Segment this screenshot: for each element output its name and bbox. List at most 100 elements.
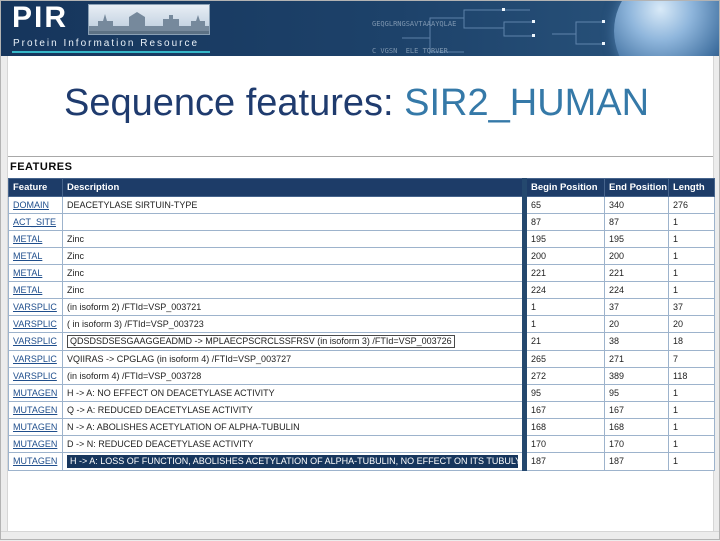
feature-cell: VARSPLIC [9, 316, 63, 333]
section-divider-line [8, 156, 713, 157]
end-position-cell: 271 [605, 351, 669, 368]
feature-description: QDSDSDSESGAAGGEADMD -> MPLAECPSCRCLSSFRS… [67, 335, 455, 348]
feature-link[interactable]: VARSPLIC [13, 302, 57, 312]
begin-position-cell: 187 [525, 453, 605, 471]
begin-position-cell: 195 [525, 231, 605, 248]
table-row: ACT_SITE87871 [9, 214, 715, 231]
feature-link[interactable]: METAL [13, 268, 42, 278]
description-cell: D -> N: REDUCED DEACETYLASE ACTIVITY [63, 436, 525, 453]
table-row: MUTAGEN H -> A: LOSS OF FUNCTION, ABOLISH… [9, 453, 715, 471]
length-cell: 1 [669, 453, 715, 471]
begin-position-cell: 1 [525, 299, 605, 316]
slide-margin-left [0, 56, 8, 533]
feature-cell: ACT_SITE [9, 214, 63, 231]
description-cell: VQIIRAS -> CPGLAG (in isoform 4) /FTId=V… [63, 351, 525, 368]
length-cell: 1 [669, 248, 715, 265]
end-position-cell: 38 [605, 333, 669, 351]
length-cell: 1 [669, 436, 715, 453]
description-cell [63, 214, 525, 231]
page-title: Sequence features: SIR2_HUMAN [64, 82, 649, 125]
description-cell: QDSDSDSESGAAGGEADMD -> MPLAECPSCRCLSSFRS… [63, 333, 525, 351]
table-row: VARSPLIC ( in isoform 3) /FTId=VSP_003723… [9, 316, 715, 333]
title-accent: SIR2_HUMAN [404, 82, 649, 124]
table-row: METALZinc2242241 [9, 282, 715, 299]
column-header-feature: Feature [9, 179, 63, 197]
table-row: VARSPLIC QDSDSDSESGAAGGEADMD -> MPLAECPSC… [9, 333, 715, 351]
begin-position-cell: 95 [525, 385, 605, 402]
header-banner: PIR Protein Information Resource GEQGLRN… [0, 0, 720, 56]
feature-description: N -> A: ABOLISHES ACETYLATION OF ALPHA-T… [67, 422, 300, 433]
feature-description: Q -> A: REDUCED DEACETYLASE ACTIVITY [67, 405, 253, 416]
feature-link[interactable]: VARSPLIC [13, 371, 57, 381]
feature-link[interactable]: MUTAGEN [13, 439, 57, 449]
table-row: VARSPLIC(in isoform 2) /FTId=VSP_0037211… [9, 299, 715, 316]
description-cell: Zinc [63, 231, 525, 248]
length-cell: 118 [669, 368, 715, 385]
feature-link[interactable]: MUTAGEN [13, 405, 57, 415]
feature-link[interactable]: VARSPLIC [13, 336, 57, 346]
teal-accent-line [12, 51, 210, 53]
description-cell: N -> A: ABOLISHES ACETYLATION OF ALPHA-T… [63, 419, 525, 436]
feature-link[interactable]: MUTAGEN [13, 388, 57, 398]
length-cell: 1 [669, 402, 715, 419]
feature-cell: DOMAIN [9, 197, 63, 214]
end-position-cell: 87 [605, 214, 669, 231]
feature-description: Zinc [67, 251, 84, 262]
table-row: MUTAGEN Q -> A: REDUCED DEACETYLASE ACTIV… [9, 402, 715, 419]
begin-position-cell: 87 [525, 214, 605, 231]
feature-link[interactable]: METAL [13, 251, 42, 261]
feature-link[interactable]: MUTAGEN [13, 422, 57, 432]
feature-cell: METAL [9, 265, 63, 282]
description-cell: Zinc [63, 282, 525, 299]
table-row: VARSPLIC VQIIRAS -> CPGLAG (in isoform 4)… [9, 351, 715, 368]
length-cell: 1 [669, 231, 715, 248]
table-row: VARSPLIC(in isoform 4) /FTId=VSP_0037282… [9, 368, 715, 385]
feature-description: H -> A: NO EFFECT ON DEACETYLASE ACTIVIT… [67, 388, 275, 399]
phylogenetic-tree-graphic [402, 0, 642, 56]
length-cell: 1 [669, 419, 715, 436]
column-header-end-position: End Position [605, 179, 669, 197]
feature-link[interactable]: VARSPLIC [13, 319, 57, 329]
feature-description: D -> N: REDUCED DEACETYLASE ACTIVITY [67, 439, 253, 450]
description-cell: ( in isoform 3) /FTId=VSP_003723 [63, 316, 525, 333]
table-row: MUTAGEN N -> A: ABOLISHES ACETYLATION OF … [9, 419, 715, 436]
table-row: MUTAGEN H -> A: NO EFFECT ON DEACETYLASE … [9, 385, 715, 402]
begin-position-cell: 21 [525, 333, 605, 351]
feature-description: ( in isoform 3) /FTId=VSP_003723 [67, 319, 204, 330]
title-text: Sequence features: [64, 82, 404, 124]
feature-cell: VARSPLIC [9, 299, 63, 316]
feature-cell: METAL [9, 282, 63, 299]
column-header-description: Description [63, 179, 525, 197]
feature-link[interactable]: METAL [13, 234, 42, 244]
features-table-container: Feature Description Begin Position End P… [8, 178, 714, 471]
org-name: Protein Information Resource [13, 38, 199, 49]
feature-link[interactable]: VARSPLIC [13, 354, 57, 364]
length-cell: 1 [669, 265, 715, 282]
begin-position-cell: 272 [525, 368, 605, 385]
end-position-cell: 37 [605, 299, 669, 316]
end-position-cell: 340 [605, 197, 669, 214]
end-position-cell: 221 [605, 265, 669, 282]
feature-link[interactable]: ACT_SITE [13, 217, 56, 227]
column-header-length: Length [669, 179, 715, 197]
end-position-cell: 167 [605, 402, 669, 419]
description-cell: H -> A: LOSS OF FUNCTION, ABOLISHES ACET… [63, 453, 525, 471]
feature-cell: VARSPLIC [9, 351, 63, 368]
feature-link[interactable]: DOMAIN [13, 200, 49, 210]
feature-cell: MUTAGEN [9, 419, 63, 436]
description-cell: H -> A: NO EFFECT ON DEACETYLASE ACTIVIT… [63, 385, 525, 402]
end-position-cell: 20 [605, 316, 669, 333]
length-cell: 7 [669, 351, 715, 368]
length-cell: 37 [669, 299, 715, 316]
begin-position-cell: 1 [525, 316, 605, 333]
feature-cell: METAL [9, 248, 63, 265]
begin-position-cell: 224 [525, 282, 605, 299]
feature-cell: MUTAGEN [9, 385, 63, 402]
table-row: METALZinc1951951 [9, 231, 715, 248]
length-cell: 1 [669, 282, 715, 299]
feature-link[interactable]: METAL [13, 285, 42, 295]
feature-description: H -> A: LOSS OF FUNCTION, ABOLISHES ACET… [67, 455, 518, 468]
feature-description: DEACETYLASE SIRTUIN-TYPE [67, 200, 197, 211]
feature-link[interactable]: MUTAGEN [13, 456, 57, 466]
begin-position-cell: 168 [525, 419, 605, 436]
